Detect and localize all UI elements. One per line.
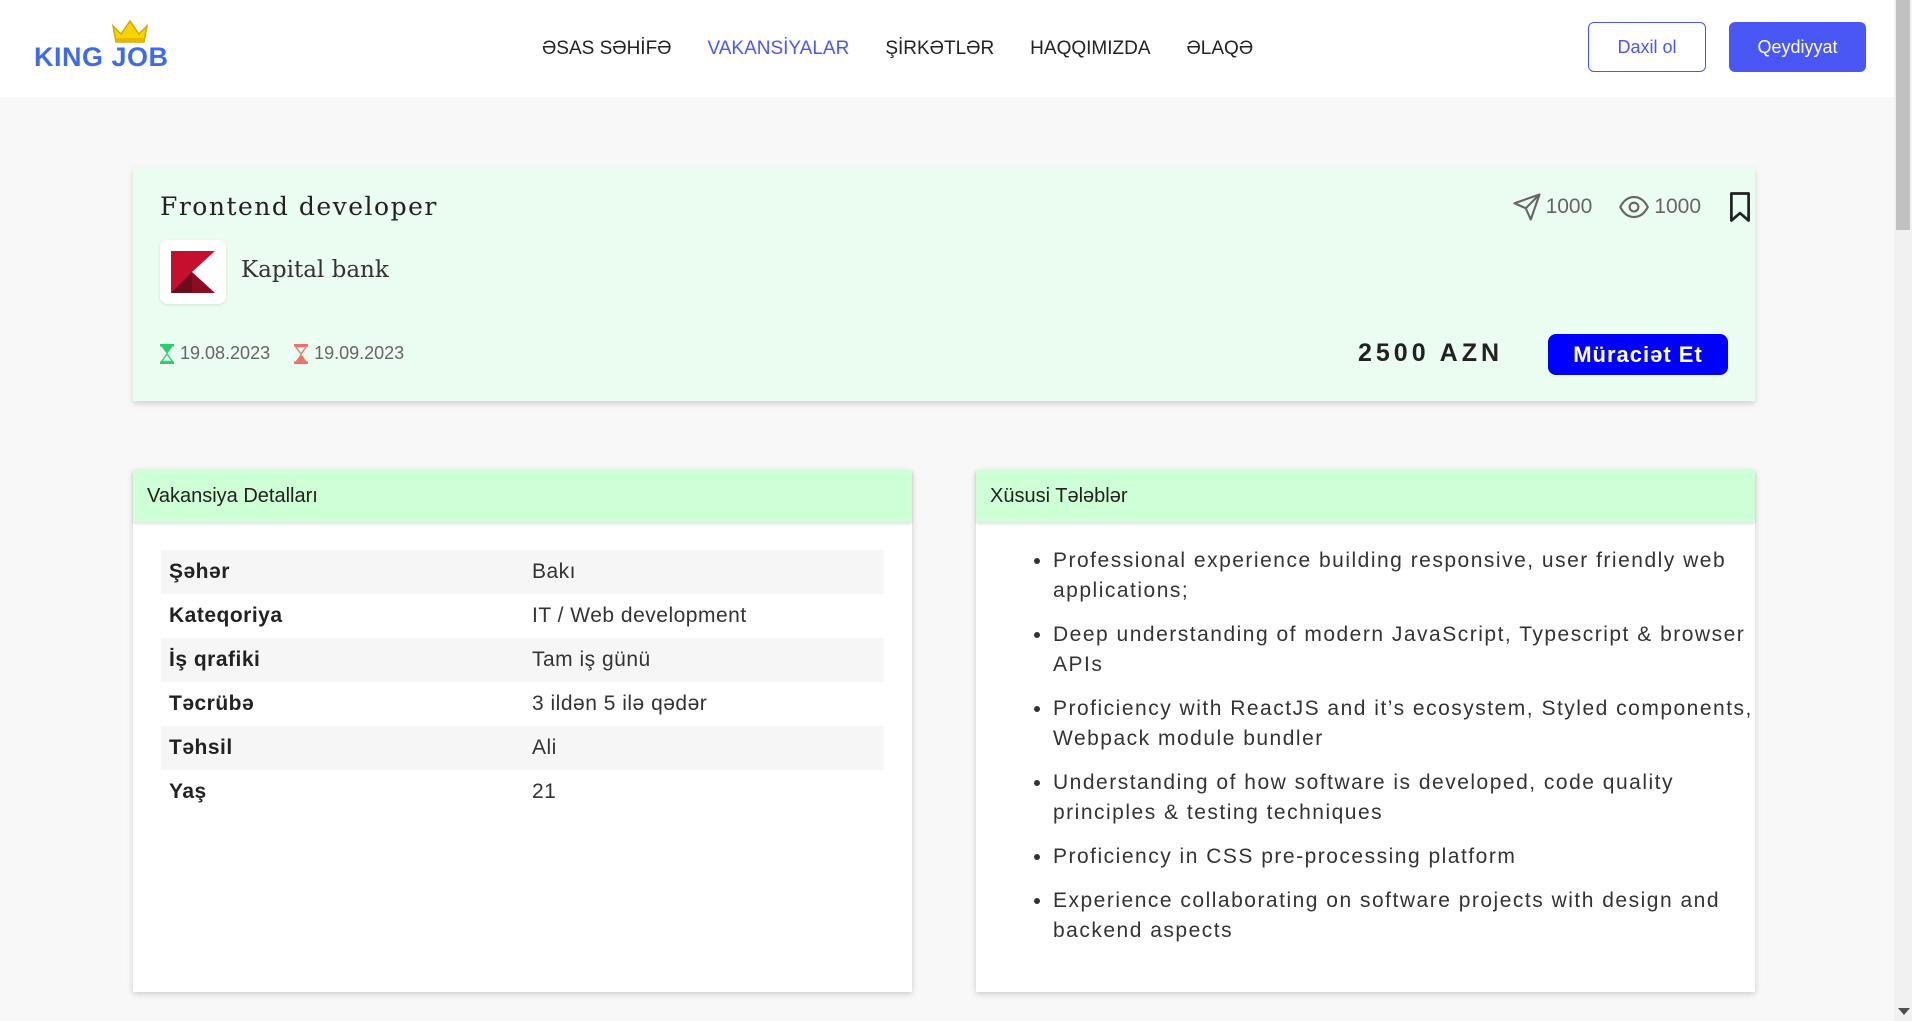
eye-icon (1619, 195, 1650, 219)
end-date: 19.09.2023 (294, 343, 404, 364)
start-date: 19.08.2023 (160, 343, 270, 364)
hourglass-green-icon (160, 343, 174, 364)
table-row: Təhsil Ali (161, 726, 884, 770)
detail-value: Bakı (532, 560, 577, 583)
list-item: Experience collaborating on software pro… (1053, 886, 1753, 946)
detail-key: İş qrafiki (169, 648, 261, 671)
table-row: Yaş 21 (161, 770, 884, 814)
nav-contact[interactable]: ƏLAQƏ (1187, 38, 1254, 60)
company-name: Kapital bank (241, 257, 389, 283)
detail-value: 3 ildən 5 ilə qədər (532, 692, 708, 715)
list-item: Proficiency with ReactJS and it’s ecosys… (1053, 694, 1753, 754)
job-dates: 19.08.2023 19.09.2023 (160, 343, 428, 364)
scroll-down-arrow-icon[interactable] (1898, 1008, 1910, 1015)
bookmark-icon[interactable] (1727, 191, 1753, 223)
detail-value: Tam iş günü (532, 648, 651, 671)
send-icon (1513, 193, 1541, 221)
job-stats: 1000 1000 (1512, 191, 1750, 223)
scrollbar-thumb[interactable] (1896, 0, 1910, 230)
brand-name: KING JOB (34, 42, 169, 72)
login-button[interactable]: Daxil ol (1588, 22, 1706, 72)
detail-key: Kateqoriya (169, 604, 283, 627)
views-stat: 1000 (1618, 192, 1701, 222)
hourglass-red-icon (294, 343, 309, 364)
table-row: Təcrübə 3 ildən 5 ilə qədər (161, 682, 884, 726)
kapital-bank-logo-icon (171, 251, 215, 293)
detail-key: Yaş (169, 780, 207, 803)
nav-about[interactable]: HAQQIMIZDA (1030, 38, 1150, 60)
top-header: KING JOB ƏSAS SƏHİFƏ VAKANSİYALAR ŞİRKƏT… (0, 0, 1894, 97)
start-date-text: 19.08.2023 (180, 343, 271, 363)
vacancy-details-table: Şəhər Bakı Kateqoriya IT / Web development… (161, 550, 884, 814)
nav-home[interactable]: ƏSAS SƏHİFƏ (542, 38, 671, 60)
detail-value: 21 (532, 780, 557, 803)
crown-icon (111, 19, 149, 43)
detail-value: Ali (532, 736, 557, 759)
register-button[interactable]: Qeydiyyat (1729, 22, 1866, 72)
company-logo (160, 240, 226, 304)
job-summary-card: Frontend developer Kapital bank 1000 100… (133, 167, 1755, 401)
table-row: İş qrafiki Tam iş günü (161, 638, 884, 682)
list-item: Understanding of how software is develop… (1053, 768, 1753, 828)
table-row: Kateqoriya IT / Web development (161, 594, 884, 638)
detail-key: Şəhər (169, 560, 230, 583)
table-row: Şəhər Bakı (161, 550, 884, 594)
nav-companies[interactable]: ŞİRKƏTLƏR (885, 38, 994, 60)
list-item: Proficiency in CSS pre-processing platfo… (1053, 842, 1753, 872)
end-date-text: 19.09.2023 (314, 343, 405, 363)
detail-key: Təhsil (169, 736, 233, 759)
vacancy-details-heading: Vakansiya Detalları (133, 470, 912, 522)
job-title: Frontend developer (160, 192, 438, 221)
special-requirements-heading: Xüsusi Tələblər (976, 470, 1755, 522)
applications-count: 1000 (1545, 195, 1593, 218)
salary: 2500 AZN (1358, 339, 1504, 367)
apply-button[interactable]: Müraciət Et (1548, 334, 1728, 375)
applications-stat: 1000 (1512, 192, 1593, 222)
special-requirements-panel: Xüsusi Tələblər Professional experience … (976, 470, 1755, 992)
list-item: Deep understanding of modern JavaScript,… (1053, 620, 1753, 680)
vacancy-details-panel: Vakansiya Detalları Şəhər Bakı Kateqoriya… (133, 470, 912, 992)
detail-value: IT / Web development (532, 604, 747, 627)
king-job-logo[interactable]: KING JOB (34, 18, 168, 73)
list-item: Professional experience building respons… (1053, 546, 1753, 606)
views-count: 1000 (1654, 195, 1701, 218)
main-nav: ƏSAS SƏHİFƏ VAKANSİYALAR ŞİRKƏTLƏR HAQQI… (542, 38, 1289, 60)
requirements-list: Professional experience building respons… (1031, 546, 1753, 960)
detail-key: Təcrübə (169, 692, 255, 715)
nav-vacancies[interactable]: VAKANSİYALAR (707, 38, 849, 60)
